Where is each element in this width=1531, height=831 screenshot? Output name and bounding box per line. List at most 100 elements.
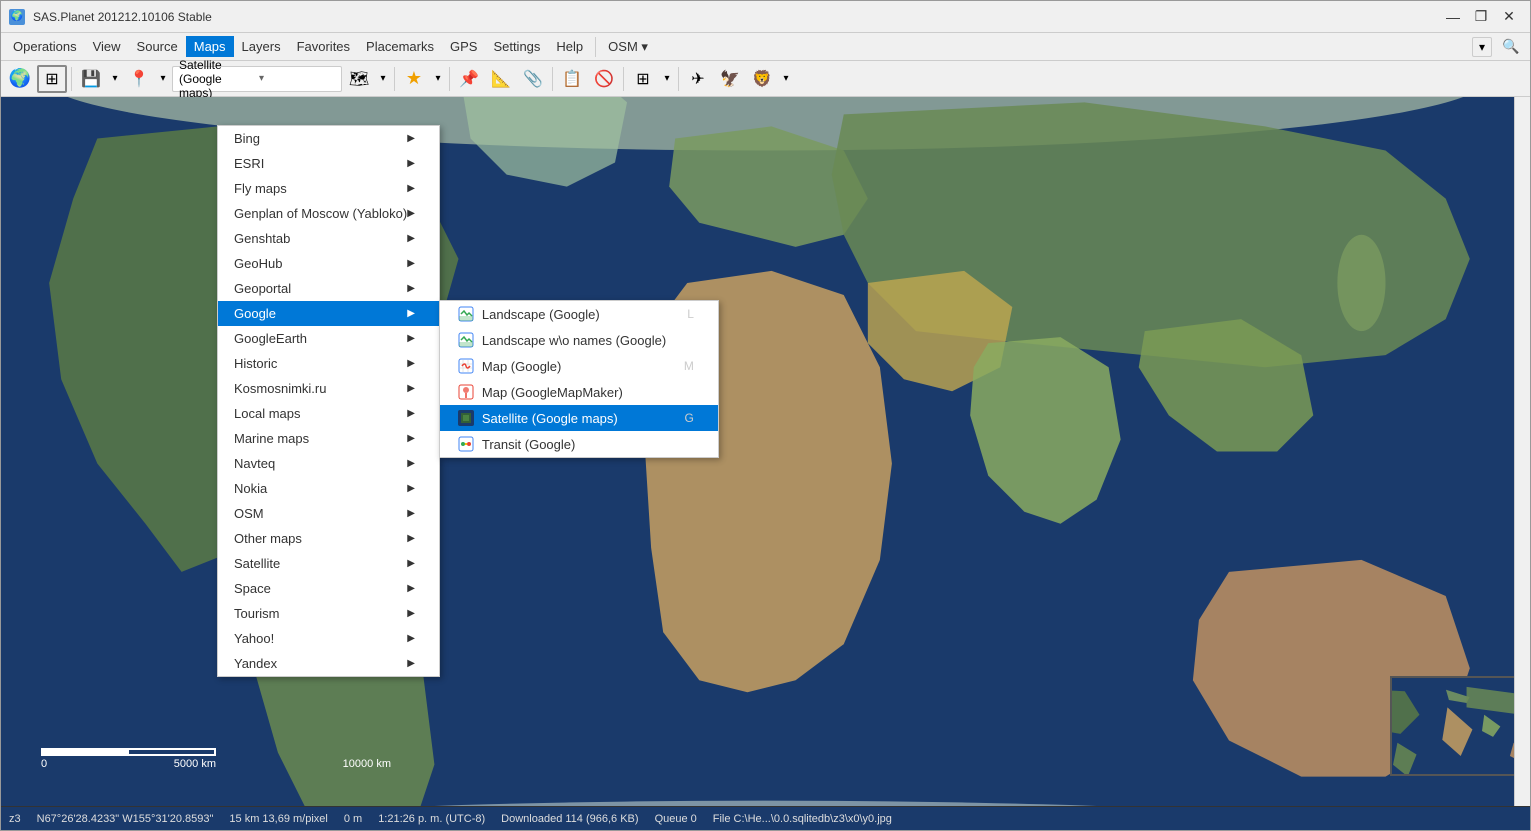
save-btn[interactable]: 💾 — [76, 65, 106, 93]
submenu-transit[interactable]: Transit (Google) — [440, 431, 718, 457]
grid-btn[interactable]: ⊞ — [628, 65, 658, 93]
menu-item-bing[interactable]: Bing ▶ — [218, 126, 439, 151]
menu-placemarks[interactable]: Placemarks — [358, 36, 442, 57]
geohub-arrow: ▶ — [407, 258, 415, 269]
menu-source[interactable]: Source — [129, 36, 186, 57]
map-selector[interactable]: Satellite (Google maps) ▾ — [172, 66, 342, 92]
satellite-menu-arrow: ▶ — [407, 558, 415, 569]
landscape-wo-label: Landscape w\o names (Google) — [482, 333, 666, 348]
scale-bar: 0 5000 km 10000 km — [41, 748, 391, 770]
landscape-shortcut: L — [687, 307, 694, 321]
search-button[interactable]: 🔍 — [1496, 33, 1526, 61]
menu-item-kosmosnimki[interactable]: Kosmosnimki.ru ▶ — [218, 376, 439, 401]
overlay-arrow-btn[interactable]: ▾ — [376, 65, 390, 93]
osm-label: OSM — [234, 506, 264, 521]
sep3 — [449, 67, 450, 91]
menu-item-tourism[interactable]: Tourism ▶ — [218, 601, 439, 626]
marine-maps-label: Marine maps — [234, 431, 309, 446]
path-btn[interactable]: 📎 — [518, 65, 548, 93]
menu-item-osm[interactable]: OSM ▶ — [218, 501, 439, 526]
menu-settings[interactable]: Settings — [485, 36, 548, 57]
tourism-label: Tourism — [234, 606, 280, 621]
minimize-button[interactable]: — — [1440, 6, 1466, 28]
space-arrow: ▶ — [407, 583, 415, 594]
stop-btn[interactable]: 🚫 — [589, 65, 619, 93]
yandex-label: Yandex — [234, 656, 277, 671]
close-button[interactable]: ✕ — [1496, 6, 1522, 28]
menu-item-satellite[interactable]: Satellite ▶ — [218, 551, 439, 576]
restore-button[interactable]: ❐ — [1468, 6, 1494, 28]
download-info: Downloaded 114 (966,6 KB) — [501, 813, 638, 825]
grid-arrow-btn[interactable]: ▾ — [660, 65, 674, 93]
map-label: Map (Google) — [482, 359, 561, 374]
dropdown-arrow-btn[interactable]: ▾ — [108, 65, 122, 93]
ruler-btn[interactable]: 📐 — [486, 65, 516, 93]
submenu-map[interactable]: Map (Google) M — [440, 353, 718, 379]
fly-maps-label: Fly maps — [234, 181, 287, 196]
scrollbar[interactable] — [1514, 97, 1530, 806]
location-btn[interactable]: 📍 — [124, 65, 154, 93]
menu-item-genshtab[interactable]: Genshtab ▶ — [218, 226, 439, 251]
fly-maps-arrow: ▶ — [407, 183, 415, 194]
zoom-full-btn[interactable]: ⊞ — [37, 65, 67, 93]
osm-arrow: ▶ — [407, 508, 415, 519]
menu-favorites[interactable]: Favorites — [289, 36, 358, 57]
dropdown-arrow-btn2[interactable]: ▾ — [156, 65, 170, 93]
submenu-map-maker[interactable]: Map (GoogleMapMaker) — [440, 379, 718, 405]
menu-item-navteq[interactable]: Navteq ▶ — [218, 451, 439, 476]
esri-arrow: ▶ — [407, 158, 415, 169]
fly-arrow-btn[interactable]: ▾ — [779, 65, 793, 93]
bing-label: Bing — [234, 131, 260, 146]
status-bar: z3 N67°26'28.4233" W155°31'20.8593" 15 k… — [1, 806, 1530, 830]
fly-btn[interactable]: ✈ — [683, 65, 713, 93]
satellite-label: Satellite (Google maps) — [482, 411, 618, 426]
star-arrow-btn[interactable]: ▾ — [431, 65, 445, 93]
map-maker-label: Map (GoogleMapMaker) — [482, 385, 623, 400]
map-shortcut: M — [684, 359, 694, 373]
menu-item-yahoo[interactable]: Yahoo! ▶ — [218, 626, 439, 651]
landscape-wo-icon — [456, 332, 476, 348]
menu-item-google[interactable]: Google ▶ Landscape (Google) L — [218, 301, 439, 326]
satellite-menu-label: Satellite — [234, 556, 280, 571]
copy-btn[interactable]: 📋 — [557, 65, 587, 93]
search-dropdown-btn[interactable]: ▾ — [1472, 37, 1492, 57]
submenu-landscape[interactable]: Landscape (Google) L — [440, 301, 718, 327]
menu-item-fly-maps[interactable]: Fly maps ▶ — [218, 176, 439, 201]
menu-item-nokia[interactable]: Nokia ▶ — [218, 476, 439, 501]
local-maps-label: Local maps — [234, 406, 300, 421]
scale-label-10000: 10000 km — [343, 758, 391, 770]
menu-item-esri[interactable]: ESRI ▶ — [218, 151, 439, 176]
star-btn[interactable]: ★ — [399, 65, 429, 93]
menu-item-local-maps[interactable]: Local maps ▶ — [218, 401, 439, 426]
scale-info: 15 km 13,69 m/pixel — [229, 813, 327, 825]
menu-item-geohub[interactable]: GeoHub ▶ — [218, 251, 439, 276]
menu-osm[interactable]: OSM ▾ — [600, 36, 656, 58]
yandex-arrow: ▶ — [407, 658, 415, 669]
menu-item-other-maps[interactable]: Other maps ▶ — [218, 526, 439, 551]
menu-help[interactable]: Help — [548, 36, 591, 57]
globe-btn[interactable]: 🌍 — [5, 65, 35, 93]
minimap-svg — [1392, 678, 1520, 776]
fly3-btn[interactable]: 🦁 — [747, 65, 777, 93]
landscape-icon — [456, 306, 476, 322]
menu-item-marine-maps[interactable]: Marine maps ▶ — [218, 426, 439, 451]
menu-view[interactable]: View — [85, 36, 129, 57]
menu-item-historic[interactable]: Historic ▶ — [218, 351, 439, 376]
submenu-landscape-wo[interactable]: Landscape w\o names (Google) — [440, 327, 718, 353]
menu-item-space[interactable]: Space ▶ — [218, 576, 439, 601]
menu-gps[interactable]: GPS — [442, 36, 485, 57]
pin-btn[interactable]: 📌 — [454, 65, 484, 93]
menu-item-geoportal[interactable]: Geoportal ▶ — [218, 276, 439, 301]
menu-item-yandex[interactable]: Yandex ▶ — [218, 651, 439, 676]
menu-layers[interactable]: Layers — [234, 36, 289, 57]
app-icon: 🌍 — [9, 9, 25, 25]
maps-dropdown: Bing ▶ ESRI ▶ Fly maps ▶ Genplan of Mosc… — [217, 125, 440, 677]
google-label: Google — [234, 306, 276, 321]
fly2-btn[interactable]: 🦅 — [715, 65, 745, 93]
menu-item-genplan[interactable]: Genplan of Moscow (Yabloko) ▶ — [218, 201, 439, 226]
overlay-btn[interactable]: 🗺 — [344, 65, 374, 93]
menu-maps[interactable]: Maps — [186, 36, 234, 57]
menu-item-googleearth[interactable]: GoogleEarth ▶ — [218, 326, 439, 351]
menu-operations[interactable]: Operations — [5, 36, 85, 57]
submenu-satellite[interactable]: Satellite (Google maps) G — [440, 405, 718, 431]
